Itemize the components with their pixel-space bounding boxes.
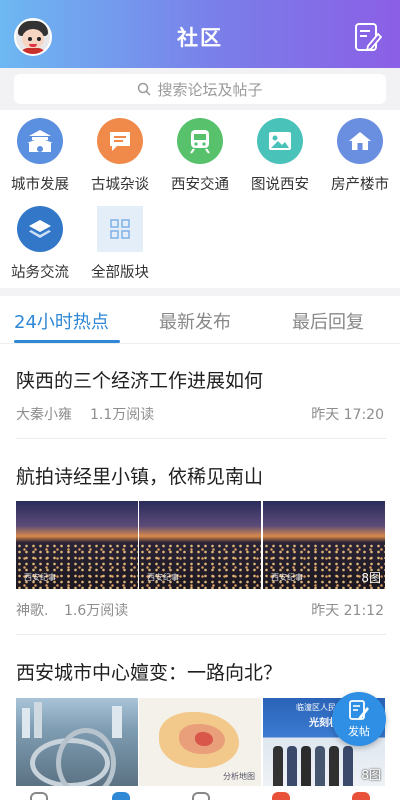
post-divider [16, 438, 386, 439]
tab-last-reply[interactable]: 最后回复 [292, 308, 364, 334]
post-thumbnail[interactable]: 西安纪事 [16, 501, 138, 589]
compose-label: 发帖 [348, 725, 370, 738]
search-icon [138, 82, 152, 96]
home-icon[interactable] [30, 792, 48, 800]
post-author[interactable]: 大秦小雍 [16, 404, 72, 424]
compose-icon [349, 700, 369, 720]
grid-icon [97, 206, 143, 252]
page-title: 社区 [177, 26, 223, 50]
compose-button[interactable]: 发帖 [332, 692, 386, 746]
category-site-affairs[interactable]: 站务交流 [0, 200, 80, 281]
category-label: 房产楼市 [331, 177, 389, 193]
message-icon[interactable] [272, 792, 290, 800]
category-all-sections[interactable]: 全部版块 [80, 200, 160, 281]
category-old-city-talk[interactable]: 古城杂谈 [80, 112, 160, 193]
post-thumbnail[interactable]: 西安纪事 [139, 501, 261, 589]
post-time: 昨天 17:20 [311, 407, 384, 423]
community-icon[interactable] [112, 792, 130, 800]
post-reads: 1.6万阅读 [64, 603, 129, 619]
category-city-development[interactable]: 城市发展 [0, 112, 80, 193]
post-reads: 1.1万阅读 [90, 407, 155, 423]
edit-post-icon[interactable] [354, 22, 382, 52]
category-picture-xian[interactable]: 图说西安 [240, 112, 320, 193]
post-title[interactable]: 航拍诗经里小镇，依稀见南山 [16, 462, 263, 489]
section-divider [0, 288, 400, 296]
house-icon [337, 118, 383, 164]
post-time: 昨天 21:12 [311, 603, 384, 619]
bottom-navigation [0, 790, 400, 800]
profile-icon[interactable] [352, 792, 370, 800]
active-tab-indicator [14, 340, 120, 343]
post-divider [16, 634, 386, 635]
feed-tabs: 24小时热点 最新发布 最后回复 [0, 296, 400, 344]
image-count-badge: 8图 [361, 571, 381, 585]
tab-24h-hot[interactable]: 24小时热点 [14, 308, 109, 334]
category-label: 全部版块 [91, 265, 149, 281]
search-placeholder: 搜索论坛及帖子 [157, 80, 263, 99]
post-title[interactable]: 陕西的三个经济工作进展如何 [16, 366, 263, 393]
post-author[interactable]: 神歌. [16, 600, 48, 620]
category-grid: 城市发展 古城杂谈 西安交通 图说西安 房产楼市 站务交流 全部版块 [0, 112, 400, 288]
category-xian-transport[interactable]: 西安交通 [160, 112, 240, 193]
search-bar-area: 搜索论坛及帖子 [0, 68, 400, 110]
post-thumbnail[interactable]: 西安纪事 8图 [263, 501, 385, 589]
post-title[interactable]: 西安城市中心嬗变：一路向北？ [16, 658, 282, 685]
category-label: 城市发展 [11, 177, 69, 193]
map-caption: 分析地图 [223, 772, 255, 781]
image-count-badge: 8图 [361, 768, 381, 782]
picture-icon [257, 118, 303, 164]
post-thumbnail[interactable]: 分析地图 [139, 698, 261, 786]
category-label: 西安交通 [171, 177, 229, 193]
watermark-label: 西安纪事 [147, 573, 179, 582]
app-header: 社区 [0, 0, 400, 68]
watermark-label: 西安纪事 [24, 573, 56, 582]
tab-latest[interactable]: 最新发布 [159, 308, 231, 334]
watermark-label: 西安纪事 [271, 573, 303, 582]
category-real-estate[interactable]: 房产楼市 [320, 112, 400, 193]
category-label: 站务交流 [11, 265, 69, 281]
train-icon [177, 118, 223, 164]
chat-bubble-icon [97, 118, 143, 164]
category-label: 古城杂谈 [91, 177, 149, 193]
post-thumbnail[interactable] [16, 698, 138, 786]
category-label: 图说西安 [251, 177, 309, 193]
city-gate-icon [17, 118, 63, 164]
search-input[interactable]: 搜索论坛及帖子 [14, 74, 386, 104]
layers-icon [17, 206, 63, 252]
discover-icon[interactable] [192, 792, 210, 800]
